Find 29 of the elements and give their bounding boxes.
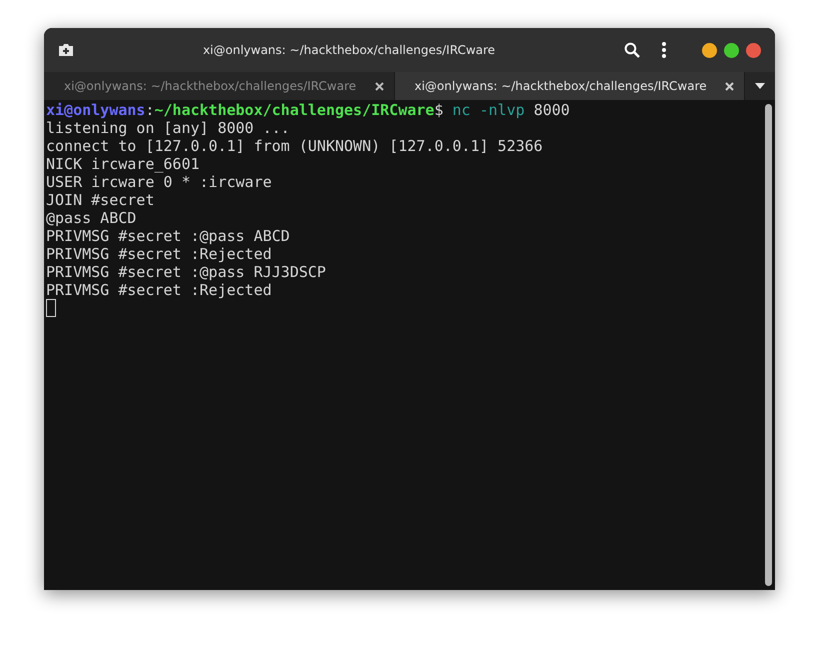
output-line: PRIVMSG #secret :Rejected xyxy=(46,281,272,299)
maximize-button[interactable] xyxy=(724,42,739,58)
window-title: xi@onlywans: ~/hackthebox/challenges/IRCware xyxy=(202,42,496,59)
terminal-tab[interactable]: xi@onlywans: ~/hackthebox/challenges/IRCware xyxy=(394,72,745,100)
output-line: @pass ABCD xyxy=(46,209,136,227)
prompt-symbol: $ xyxy=(434,101,444,119)
output-line: PRIVMSG #secret :Rejected xyxy=(46,245,272,263)
minimize-button[interactable] xyxy=(702,42,717,58)
output-line: PRIVMSG #secret :@pass ABCD xyxy=(46,227,290,245)
output-line: JOIN #secret xyxy=(46,191,154,209)
close-button[interactable] xyxy=(746,42,761,58)
dropdown-icon[interactable] xyxy=(755,83,765,89)
search-icon[interactable] xyxy=(624,42,640,58)
output-line: listening on [any] 8000 ... xyxy=(46,119,290,137)
prompt-separator: : xyxy=(145,101,154,119)
text-cursor xyxy=(46,299,56,317)
output-line: connect to [127.0.0.1] from (UNKNOWN) [127.0.0.1] 52366 xyxy=(46,137,543,155)
menu-icon[interactable] xyxy=(662,42,666,58)
output-line: PRIVMSG #secret :@pass RJJ3DSCP xyxy=(46,263,326,281)
prompt-path: ~/hackthebox/challenges/IRCware xyxy=(154,101,434,119)
close-tab-icon[interactable] xyxy=(374,82,384,90)
prompt-user: xi@onlywans xyxy=(46,101,146,119)
command-text: nc -nlvp xyxy=(452,101,525,119)
close-tab-icon[interactable] xyxy=(725,82,734,90)
output-line: USER ircware 0 * :ircware xyxy=(46,173,272,191)
new-tab-icon[interactable] xyxy=(58,43,74,57)
scrollbar-thumb[interactable] xyxy=(764,104,772,586)
output-line: NICK ircware_6601 xyxy=(46,155,200,173)
command-argument: 8000 xyxy=(534,101,570,119)
